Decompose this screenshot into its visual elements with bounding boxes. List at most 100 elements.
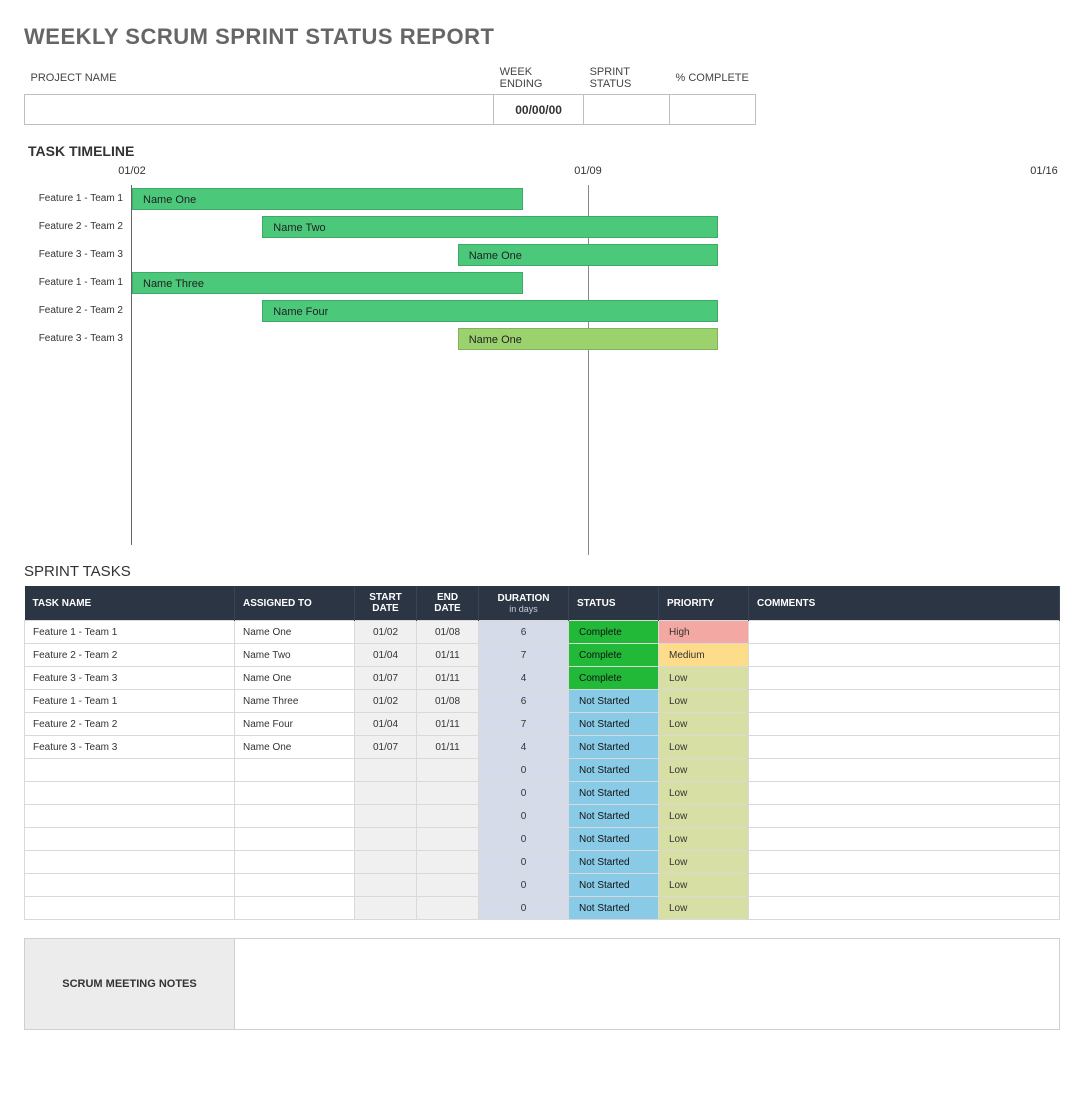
sprint-status-input[interactable] xyxy=(584,95,670,125)
cell-task[interactable]: Feature 1 - Team 1 xyxy=(25,621,235,644)
cell-status[interactable]: Not Started xyxy=(569,897,659,920)
cell-task[interactable] xyxy=(25,828,235,851)
gantt-tick-label: 01/16 xyxy=(1030,165,1058,177)
cell-end[interactable]: 01/08 xyxy=(417,621,479,644)
cell-assigned[interactable]: Name One xyxy=(235,621,355,644)
cell-priority[interactable]: Low xyxy=(659,736,749,759)
col-header-comments: COMMENTS xyxy=(749,586,1060,621)
cell-priority[interactable]: Low xyxy=(659,851,749,874)
cell-priority[interactable]: Medium xyxy=(659,644,749,667)
cell-end[interactable] xyxy=(417,805,479,828)
cell-priority[interactable]: High xyxy=(659,621,749,644)
cell-start[interactable]: 01/07 xyxy=(355,736,417,759)
cell-start[interactable] xyxy=(355,782,417,805)
cell-assigned[interactable] xyxy=(235,874,355,897)
cell-priority[interactable]: Low xyxy=(659,897,749,920)
cell-comments[interactable] xyxy=(749,759,1060,782)
cell-priority[interactable]: Low xyxy=(659,690,749,713)
cell-end[interactable] xyxy=(417,828,479,851)
cell-end[interactable]: 01/11 xyxy=(417,713,479,736)
cell-task[interactable]: Feature 2 - Team 2 xyxy=(25,713,235,736)
cell-start[interactable] xyxy=(355,851,417,874)
cell-comments[interactable] xyxy=(749,621,1060,644)
cell-priority[interactable]: Low xyxy=(659,874,749,897)
week-ending-input[interactable]: 00/00/00 xyxy=(494,95,584,125)
project-name-input[interactable] xyxy=(25,95,494,125)
cell-end[interactable] xyxy=(417,874,479,897)
cell-assigned[interactable]: Name Three xyxy=(235,690,355,713)
cell-task[interactable] xyxy=(25,851,235,874)
cell-assigned[interactable] xyxy=(235,805,355,828)
cell-status[interactable]: Not Started xyxy=(569,851,659,874)
notes-input[interactable] xyxy=(235,939,1059,1029)
cell-assigned[interactable]: Name Two xyxy=(235,644,355,667)
cell-comments[interactable] xyxy=(749,736,1060,759)
cell-status[interactable]: Not Started xyxy=(569,736,659,759)
cell-start[interactable]: 01/02 xyxy=(355,690,417,713)
cell-comments[interactable] xyxy=(749,713,1060,736)
cell-status[interactable]: Not Started xyxy=(569,874,659,897)
cell-end[interactable]: 01/11 xyxy=(417,736,479,759)
cell-assigned[interactable]: Name One xyxy=(235,667,355,690)
cell-task[interactable]: Feature 3 - Team 3 xyxy=(25,667,235,690)
cell-start[interactable] xyxy=(355,897,417,920)
cell-comments[interactable] xyxy=(749,897,1060,920)
cell-end[interactable] xyxy=(417,759,479,782)
cell-comments[interactable] xyxy=(749,782,1060,805)
cell-end[interactable] xyxy=(417,851,479,874)
cell-end[interactable] xyxy=(417,897,479,920)
cell-comments[interactable] xyxy=(749,644,1060,667)
cell-priority[interactable]: Low xyxy=(659,713,749,736)
cell-comments[interactable] xyxy=(749,851,1060,874)
cell-assigned[interactable] xyxy=(235,897,355,920)
cell-task[interactable]: Feature 1 - Team 1 xyxy=(25,690,235,713)
cell-comments[interactable] xyxy=(749,667,1060,690)
cell-start[interactable] xyxy=(355,759,417,782)
cell-end[interactable]: 01/11 xyxy=(417,667,479,690)
table-row: 0Not StartedLow xyxy=(25,782,1060,805)
cell-status[interactable]: Complete xyxy=(569,644,659,667)
table-row: 0Not StartedLow xyxy=(25,851,1060,874)
cell-task[interactable] xyxy=(25,874,235,897)
cell-comments[interactable] xyxy=(749,874,1060,897)
cell-end[interactable]: 01/08 xyxy=(417,690,479,713)
cell-priority[interactable]: Low xyxy=(659,828,749,851)
cell-status[interactable]: Not Started xyxy=(569,690,659,713)
cell-start[interactable] xyxy=(355,828,417,851)
cell-start[interactable] xyxy=(355,874,417,897)
cell-end[interactable]: 01/11 xyxy=(417,644,479,667)
cell-status[interactable]: Not Started xyxy=(569,828,659,851)
cell-status[interactable]: Not Started xyxy=(569,782,659,805)
cell-status[interactable]: Not Started xyxy=(569,759,659,782)
cell-comments[interactable] xyxy=(749,805,1060,828)
cell-assigned[interactable] xyxy=(235,851,355,874)
cell-task[interactable] xyxy=(25,759,235,782)
cell-assigned[interactable] xyxy=(235,759,355,782)
cell-start[interactable]: 01/02 xyxy=(355,621,417,644)
cell-task[interactable]: Feature 3 - Team 3 xyxy=(25,736,235,759)
cell-task[interactable] xyxy=(25,782,235,805)
cell-status[interactable]: Complete xyxy=(569,667,659,690)
cell-status[interactable]: Not Started xyxy=(569,713,659,736)
cell-start[interactable]: 01/07 xyxy=(355,667,417,690)
cell-assigned[interactable] xyxy=(235,828,355,851)
cell-end[interactable] xyxy=(417,782,479,805)
cell-assigned[interactable]: Name One xyxy=(235,736,355,759)
cell-priority[interactable]: Low xyxy=(659,759,749,782)
cell-start[interactable]: 01/04 xyxy=(355,644,417,667)
cell-priority[interactable]: Low xyxy=(659,782,749,805)
cell-status[interactable]: Complete xyxy=(569,621,659,644)
cell-assigned[interactable] xyxy=(235,782,355,805)
cell-comments[interactable] xyxy=(749,828,1060,851)
cell-task[interactable] xyxy=(25,897,235,920)
cell-start[interactable] xyxy=(355,805,417,828)
cell-start[interactable]: 01/04 xyxy=(355,713,417,736)
cell-assigned[interactable]: Name Four xyxy=(235,713,355,736)
cell-comments[interactable] xyxy=(749,690,1060,713)
cell-priority[interactable]: Low xyxy=(659,805,749,828)
pct-complete-input[interactable] xyxy=(670,95,756,125)
cell-status[interactable]: Not Started xyxy=(569,805,659,828)
cell-task[interactable] xyxy=(25,805,235,828)
cell-priority[interactable]: Low xyxy=(659,667,749,690)
cell-task[interactable]: Feature 2 - Team 2 xyxy=(25,644,235,667)
